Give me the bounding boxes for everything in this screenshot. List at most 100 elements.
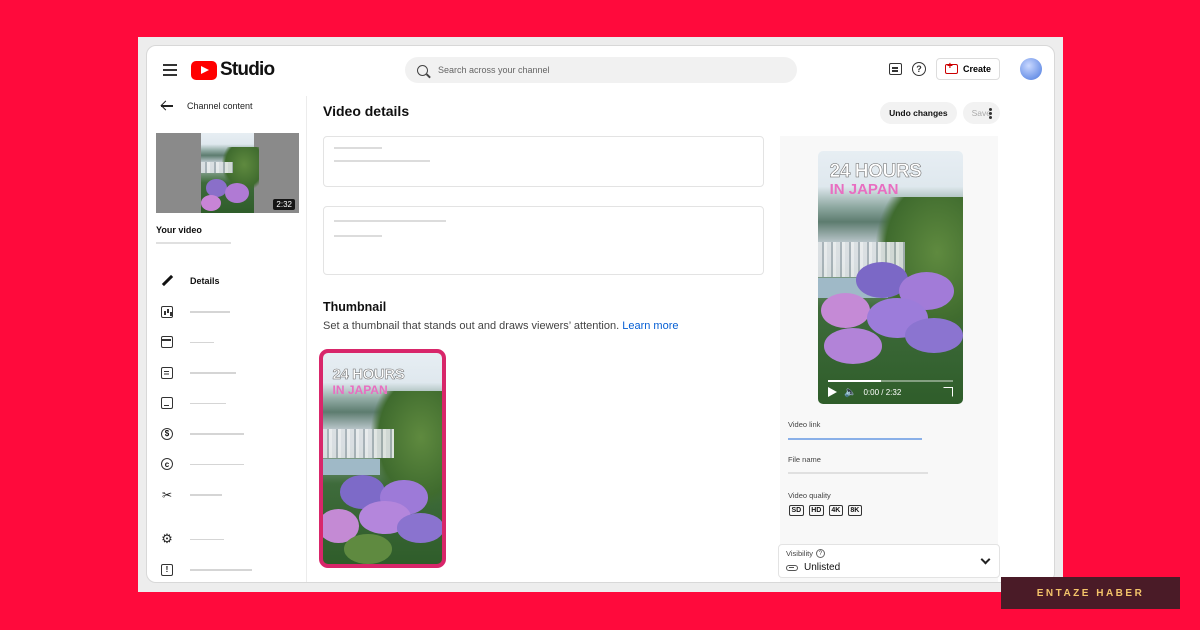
playback-time: 0:00 / 2:32 bbox=[863, 387, 902, 397]
youtube-play-icon bbox=[191, 60, 217, 80]
sidebar-item-placeholder bbox=[190, 463, 244, 465]
video-thumbnail[interactable]: 2:32 bbox=[156, 133, 299, 213]
sidebar-item-monetization[interactable]: $ bbox=[161, 419, 301, 450]
sidebar-item-label: Details bbox=[190, 276, 220, 287]
video-link-label: Video link bbox=[788, 420, 821, 429]
video-duration: 2:32 bbox=[273, 199, 295, 210]
video-title-placeholder bbox=[156, 242, 231, 244]
avatar[interactable] bbox=[1020, 58, 1042, 80]
visibility-value: Unlisted bbox=[804, 562, 841, 573]
watermark: ENTAZE HABER bbox=[1001, 577, 1180, 609]
analytics-icon bbox=[161, 305, 173, 318]
sidebar-item-clips[interactable]: ✂ bbox=[161, 480, 301, 511]
sidebar-item-analytics[interactable] bbox=[161, 297, 301, 328]
video-link-value[interactable] bbox=[788, 438, 922, 440]
file-name-value bbox=[788, 472, 928, 474]
screenshot-frame: Studio ? Create Channel content bbox=[138, 37, 1063, 592]
field-value-placeholder bbox=[334, 160, 430, 162]
sidebar-item-placeholder bbox=[190, 569, 252, 571]
player-controls: 🔈 0:00 / 2:32 bbox=[818, 380, 963, 404]
help-icon[interactable]: ? bbox=[815, 549, 825, 558]
file-name-label: File name bbox=[788, 455, 821, 464]
sidebar-item-comments[interactable] bbox=[161, 358, 301, 389]
copyright-icon: c bbox=[161, 458, 173, 471]
your-video-label: Your video bbox=[156, 225, 202, 235]
top-actions: ? Create bbox=[888, 58, 1042, 80]
scissors-icon: ✂ bbox=[161, 487, 173, 502]
field-value-placeholder bbox=[334, 235, 382, 237]
field-label-placeholder bbox=[334, 147, 382, 149]
youtube-studio-logo[interactable]: Studio bbox=[191, 59, 275, 81]
save-button[interactable]: Save bbox=[962, 102, 1000, 124]
more-options-icon[interactable] bbox=[989, 108, 992, 111]
sidebar-item-placeholder bbox=[190, 311, 230, 313]
search-input[interactable] bbox=[438, 65, 758, 75]
sidebar-item-placeholder bbox=[190, 538, 224, 540]
selected-thumbnail[interactable]: 24 HOURS IN JAPAN bbox=[319, 349, 446, 568]
arrow-back-icon bbox=[161, 101, 173, 111]
sidebar-item-details[interactable]: Details bbox=[161, 266, 301, 297]
preview-overlay-line2: IN JAPAN bbox=[829, 181, 899, 199]
visibility-value-row: Unlisted bbox=[786, 562, 840, 573]
quality-badges: SD HD 4K 8K bbox=[789, 505, 862, 516]
undo-changes-button[interactable]: Undo changes bbox=[880, 102, 957, 124]
search-bar[interactable] bbox=[405, 57, 797, 83]
description-field[interactable] bbox=[323, 206, 764, 275]
preview-overlay-line1: 24 HOURS bbox=[829, 161, 922, 183]
sidebar: Channel content 2:32 Your video Details … bbox=[147, 96, 307, 583]
link-icon bbox=[786, 564, 798, 571]
video-preview[interactable]: 24 HOURS IN JAPAN 🔈 0:00 / 2:32 bbox=[818, 151, 963, 404]
thumbnail-image: 24 HOURS IN JAPAN bbox=[323, 353, 442, 564]
help-icon[interactable]: ? bbox=[911, 62, 926, 76]
thumbnail-description: Set a thumbnail that stands out and draw… bbox=[323, 320, 678, 332]
sidebar-item-editor[interactable] bbox=[161, 327, 301, 358]
sidebar-item-placeholder bbox=[190, 433, 244, 435]
title-field[interactable] bbox=[323, 136, 764, 187]
page-title: Video details bbox=[323, 103, 410, 119]
thumbnail-description-text: Set a thumbnail that stands out and draw… bbox=[323, 320, 620, 332]
fullscreen-icon[interactable] bbox=[943, 387, 953, 397]
sidebar-nav: Details $ c ✂ ⚙ ! bbox=[161, 266, 301, 583]
monetization-icon: $ bbox=[161, 427, 173, 440]
top-bar: Studio ? Create bbox=[147, 46, 1054, 96]
comments-icon bbox=[161, 366, 173, 379]
sidebar-item-copyright[interactable]: c bbox=[161, 449, 301, 480]
main-content: Video details Undo changes Save Thumbnai… bbox=[307, 96, 1054, 582]
header-actions: Undo changes Save bbox=[880, 102, 1000, 124]
video-quality-label: Video quality bbox=[788, 491, 831, 500]
pencil-icon bbox=[161, 275, 173, 287]
quality-hd-badge: HD bbox=[808, 505, 824, 516]
learn-more-link[interactable]: Learn more bbox=[622, 320, 678, 332]
sidebar-item-placeholder bbox=[190, 402, 226, 404]
sidebar-item-settings[interactable]: ⚙ bbox=[161, 524, 301, 555]
subtitles-icon bbox=[161, 397, 173, 410]
search-icon bbox=[417, 64, 428, 76]
thumbnail-heading: Thumbnail bbox=[323, 300, 387, 314]
field-label-placeholder bbox=[334, 220, 446, 222]
create-video-icon bbox=[944, 61, 958, 74]
sidebar-item-placeholder bbox=[190, 372, 236, 374]
logo-text: Studio bbox=[220, 59, 275, 80]
video-thumbnail-image bbox=[201, 133, 260, 213]
sidebar-item-feedback[interactable]: ! bbox=[161, 555, 301, 583]
feedback-icon: ! bbox=[161, 563, 173, 576]
visibility-label: Visibility bbox=[786, 549, 813, 558]
menu-icon[interactable] bbox=[163, 64, 177, 76]
create-button[interactable]: Create bbox=[935, 58, 1000, 80]
sidebar-item-placeholder bbox=[190, 341, 214, 343]
preview-panel: 24 HOURS IN JAPAN 🔈 0:00 / 2:32 Video li… bbox=[780, 136, 998, 582]
quality-8k-badge: 8K bbox=[847, 505, 862, 516]
sidebar-item-placeholder bbox=[190, 494, 222, 496]
play-icon[interactable] bbox=[828, 387, 837, 397]
quality-4k-badge: 4K bbox=[828, 505, 843, 516]
back-label: Channel content bbox=[187, 101, 253, 111]
volume-icon[interactable]: 🔈 bbox=[844, 387, 856, 398]
chevron-down-icon bbox=[980, 554, 991, 565]
thumbnail-overlay-line2: IN JAPAN bbox=[332, 382, 388, 397]
editor-icon bbox=[161, 336, 173, 349]
sidebar-item-subtitles[interactable] bbox=[161, 388, 301, 419]
create-label: Create bbox=[962, 64, 991, 74]
back-to-channel-content[interactable]: Channel content bbox=[161, 101, 253, 111]
captions-icon[interactable] bbox=[888, 63, 902, 75]
visibility-select[interactable]: Visibility ? Unlisted bbox=[778, 544, 1000, 578]
